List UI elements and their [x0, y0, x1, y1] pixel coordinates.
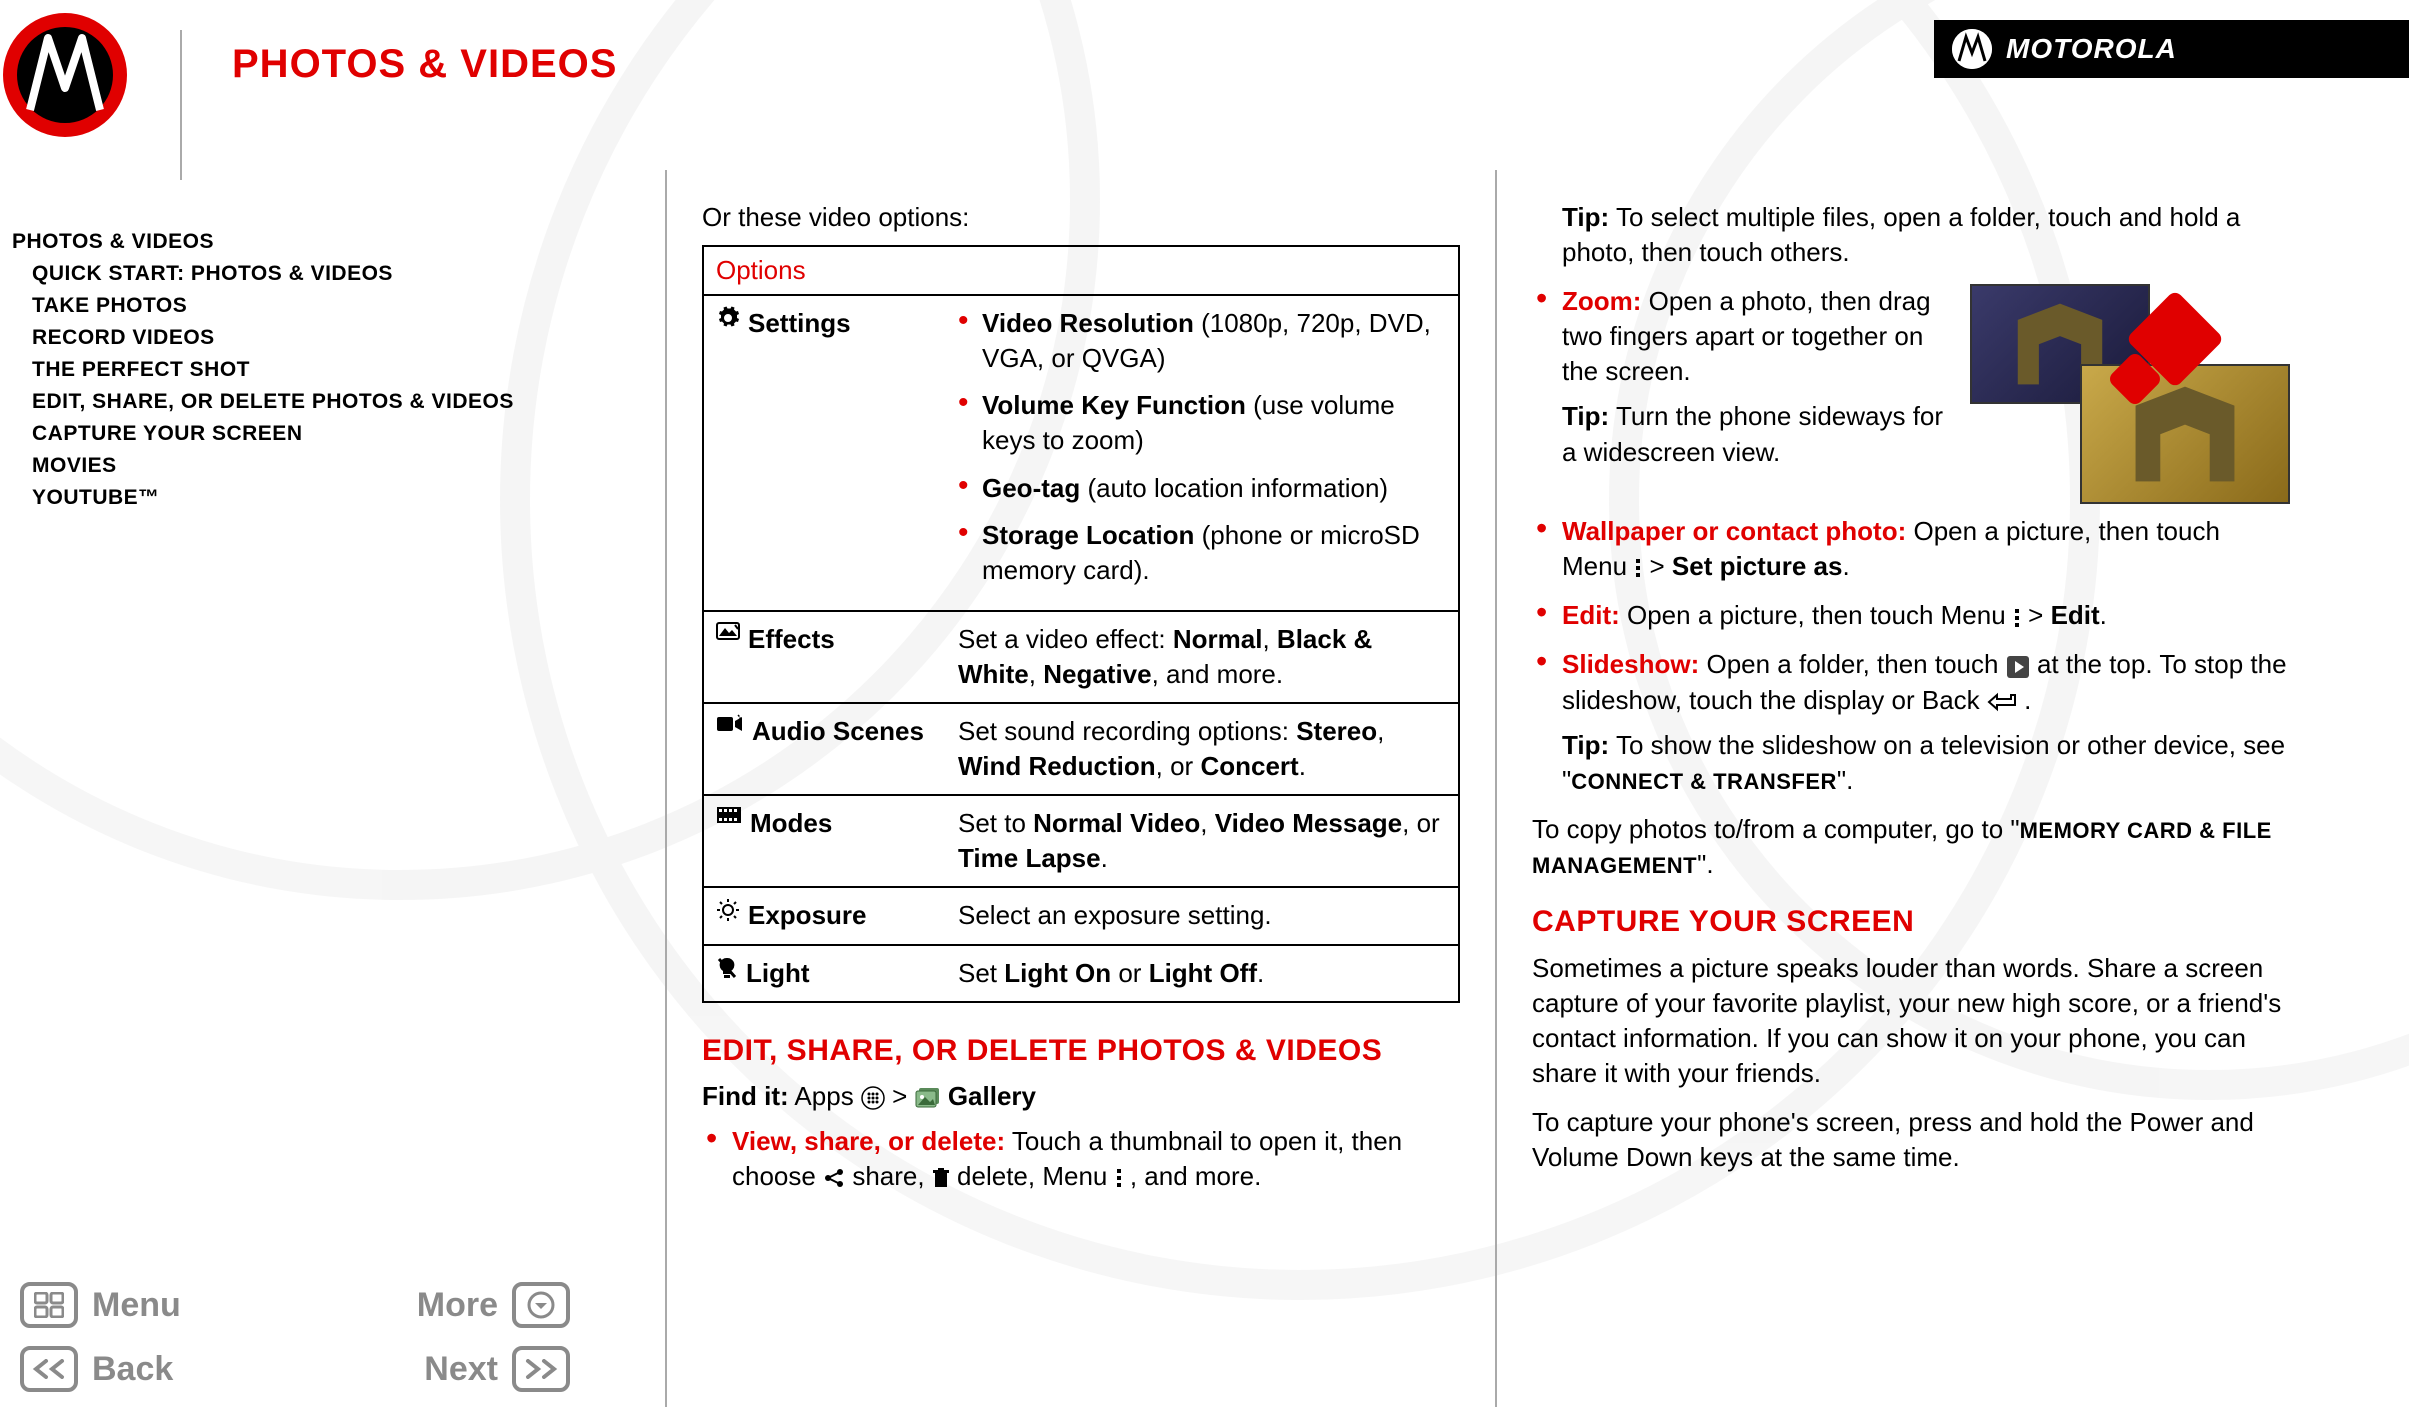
overflow-menu-icon — [2013, 607, 2021, 629]
capture-para-2: To capture your phone's screen, press an… — [1532, 1105, 2290, 1175]
find-it-label: Find it: — [702, 1081, 789, 1111]
column-1: Or these video options: Options Settings… — [665, 170, 1495, 1407]
capture-screen-heading: CAPTURE YOUR SCREEN — [1532, 902, 2290, 943]
video-audio-icon — [716, 714, 744, 734]
more-button-label: More — [417, 1286, 498, 1325]
trash-icon — [932, 1167, 950, 1189]
gallery-actions-list: Zoom: Open a photo, then drag two finger… — [1532, 284, 2290, 798]
brand-header-bar: MOTOROLA — [1934, 20, 2409, 78]
light-desc: Set Light On or Light Off. — [954, 946, 1458, 1001]
more-button[interactable]: More — [315, 1282, 610, 1328]
option-label-light: Light — [704, 946, 954, 1001]
column-2: Tip: To select multiple files, open a fo… — [1495, 170, 2325, 1407]
sidebar-item-movies[interactable]: MOVIES — [32, 454, 582, 478]
brand-name: MOTOROLA — [2006, 33, 2177, 65]
audio-desc: Set sound recording options: Stereo, Win… — [954, 704, 1458, 794]
edit-share-bullets: View, share, or delete: Touch a thumbnai… — [702, 1124, 1460, 1194]
sidebar-item-perfect-shot[interactable]: THE PERFECT SHOT — [32, 358, 582, 382]
video-options-intro: Or these video options: — [702, 200, 1460, 235]
overflow-menu-icon — [1634, 557, 1642, 579]
edit-share-delete-heading: EDIT, SHARE, OR DELETE PHOTOS & VIDEOS — [702, 1031, 1460, 1072]
modes-label-text: Modes — [750, 806, 832, 841]
modes-desc: Set to Normal Video, Video Message, or T… — [954, 796, 1458, 886]
option-label-audio: Audio Scenes — [704, 704, 954, 794]
wallpaper-bullet: Wallpaper or contact photo: Open a pictu… — [1532, 514, 2290, 584]
apps-grid-icon — [861, 1086, 885, 1110]
settings-label-text: Settings — [748, 306, 851, 341]
main-content: Or these video options: Options Settings… — [665, 170, 2389, 1407]
sidebar-item-record-videos[interactable]: RECORD VIDEOS — [32, 326, 582, 350]
page-title: PHOTOS & VIDEOS — [232, 42, 617, 87]
exposure-label-text: Exposure — [748, 898, 867, 933]
view-share-delete-bullet: View, share, or delete: Touch a thumbnai… — [702, 1124, 1460, 1194]
options-table-header: Options — [704, 247, 1458, 296]
next-button[interactable]: Next — [315, 1346, 610, 1392]
overflow-menu-icon — [1115, 1167, 1123, 1189]
play-icon — [2006, 655, 2030, 679]
connect-transfer-link[interactable]: CONNECT & TRANSFER — [1571, 769, 1837, 794]
capture-para-1: Sometimes a picture speaks louder than w… — [1532, 951, 2290, 1091]
tip-multi-select: Tip: To select multiple files, open a fo… — [1532, 200, 2290, 270]
sidebar-item-capture-screen[interactable]: CAPTURE YOUR SCREEN — [32, 422, 582, 446]
more-dropdown-icon — [512, 1282, 570, 1328]
effects-desc: Set a video effect: Normal, Black & Whit… — [954, 612, 1458, 702]
sidebar-item-quick-start[interactable]: QUICK START: PHOTOS & VIDEOS — [32, 262, 582, 286]
audio-label-text: Audio Scenes — [752, 714, 924, 749]
menu-button-label: Menu — [92, 1286, 181, 1325]
back-key-icon — [1987, 692, 2017, 712]
settings-desc: Video Resolution (1080p, 720p, DVD, VGA,… — [954, 296, 1458, 610]
motorola-logo-icon — [1952, 29, 1992, 69]
gallery-icon — [915, 1087, 941, 1109]
option-row-settings: Settings Video Resolution (1080p, 720p, … — [704, 296, 1458, 612]
exposure-desc: Select an exposure setting. — [954, 888, 1458, 943]
option-label-modes: Modes — [704, 796, 954, 886]
menu-button[interactable]: Menu — [20, 1282, 315, 1328]
motorola-logo-large-icon — [0, 10, 130, 140]
bulb-off-icon — [716, 956, 738, 980]
gear-icon — [716, 306, 740, 330]
sidebar-item-edit-share-delete[interactable]: EDIT, SHARE, OR DELETE PHOTOS & VIDEOS — [32, 390, 582, 414]
zoom-bullet: Zoom: Open a photo, then drag two finger… — [1532, 284, 2290, 469]
option-row-light: Light Set Light On or Light Off. — [704, 946, 1458, 1001]
edit-bullet: Edit: Open a picture, then touch Menu > … — [1532, 598, 2290, 633]
menu-grid-icon — [20, 1282, 78, 1328]
copy-photos-para: To copy photos to/from a computer, go to… — [1532, 812, 2290, 882]
next-chevron-icon — [512, 1346, 570, 1392]
next-button-label: Next — [424, 1350, 498, 1389]
back-button-label: Back — [92, 1350, 173, 1389]
option-row-modes: Modes Set to Normal Video, Video Message… — [704, 796, 1458, 888]
back-button[interactable]: Back — [20, 1346, 315, 1392]
page-nav-controls: Menu More Back Next — [20, 1282, 610, 1392]
sidebar-nav: PHOTOS & VIDEOS QUICK START: PHOTOS & VI… — [12, 230, 582, 518]
option-row-effects: Effects Set a video effect: Normal, Blac… — [704, 612, 1458, 704]
brightness-icon — [716, 898, 740, 922]
sidebar-item-photos-videos[interactable]: PHOTOS & VIDEOS — [12, 230, 582, 254]
zoom-gesture-illustration — [1970, 284, 2290, 504]
option-label-exposure: Exposure — [704, 888, 954, 943]
title-block: PHOTOS & VIDEOS — [180, 30, 617, 180]
slideshow-bullet: Slideshow: Open a folder, then touch at … — [1532, 647, 2290, 797]
share-icon — [823, 1167, 845, 1189]
option-label-effects: Effects — [704, 612, 954, 702]
option-row-audio: Audio Scenes Set sound recording options… — [704, 704, 1458, 796]
light-label-text: Light — [746, 956, 810, 991]
effects-label-text: Effects — [748, 622, 835, 657]
find-it-line: Find it: Apps > Gallery — [702, 1079, 1460, 1114]
sidebar-item-youtube[interactable]: YOUTUBE™ — [32, 486, 582, 510]
sidebar-item-take-photos[interactable]: TAKE PHOTOS — [32, 294, 582, 318]
option-row-exposure: Exposure Select an exposure setting. — [704, 888, 1458, 945]
gallery-label: Gallery — [948, 1081, 1036, 1111]
video-options-table: Options Settings Video Resolution (1080p… — [702, 245, 1460, 1003]
option-label-settings: Settings — [704, 296, 954, 610]
filmstrip-icon — [716, 806, 742, 824]
back-chevron-icon — [20, 1346, 78, 1392]
effects-icon — [716, 622, 740, 642]
